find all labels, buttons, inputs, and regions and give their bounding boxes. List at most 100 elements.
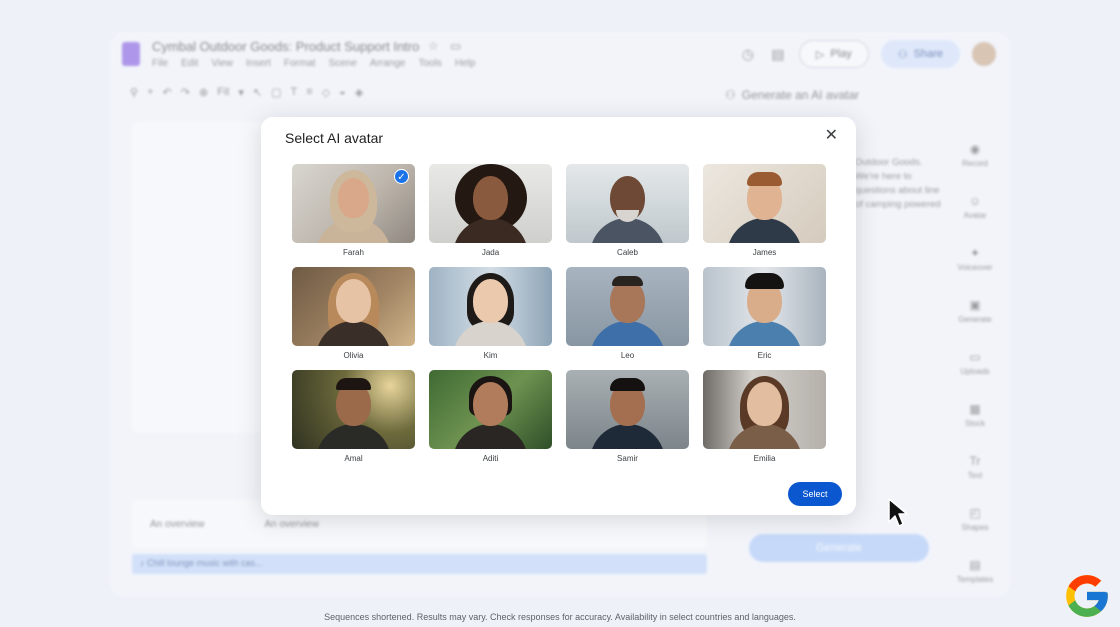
disclaimer-text: Sequences shortened. Results may vary. C… <box>324 612 796 622</box>
star-icon[interactable]: ☆ <box>428 39 439 53</box>
zoom-select[interactable]: Fit <box>217 86 229 99</box>
rail-label: Shapes <box>961 523 989 532</box>
selected-check-icon: ✓ <box>394 169 409 184</box>
avatar-thumbnail <box>429 370 552 449</box>
timeline-clip[interactable]: An overview <box>150 519 204 530</box>
avatar-option-olivia[interactable]: Olivia <box>292 267 415 362</box>
menu-tools[interactable]: Tools <box>418 58 441 69</box>
redo-icon[interactable]: ↷ <box>181 86 190 99</box>
avatar-name: Aditi <box>482 454 499 463</box>
rail-text[interactable]: Tr Text <box>968 454 983 480</box>
comment-add-icon[interactable]: ▢ <box>271 86 281 99</box>
menu-file[interactable]: File <box>152 58 168 69</box>
generate-icon: ▣ <box>969 298 981 312</box>
dialog-title: Select AI avatar <box>285 130 384 146</box>
close-icon[interactable]: ✕ <box>825 128 838 144</box>
rail-record[interactable]: ◉ Record <box>962 142 988 168</box>
shape-icon[interactable]: ◇ <box>322 86 330 99</box>
rail-templates[interactable]: ▤ Templates <box>957 558 993 584</box>
align-icon[interactable]: ≡ <box>306 86 312 99</box>
avatar-grid: ✓ Farah Jada Caleb James Olivia Kim Leo … <box>292 164 826 465</box>
audio-track[interactable]: ♪ Chill lounge music with cas... <box>132 554 707 574</box>
avatar-thumbnail <box>292 370 415 449</box>
account-avatar[interactable] <box>972 42 996 66</box>
eraser-icon[interactable]: ◈ <box>355 86 363 99</box>
avatar-option-eric[interactable]: Eric <box>703 267 826 362</box>
avatar-option-james[interactable]: James <box>703 164 826 259</box>
undo-icon[interactable]: ↶ <box>163 86 172 99</box>
chevron-down-icon[interactable]: ▾ <box>238 86 244 99</box>
menu-format[interactable]: Format <box>284 58 316 69</box>
generate-button[interactable]: Generate <box>749 534 929 562</box>
share-button[interactable]: ⚇ Share <box>880 40 960 68</box>
select-button[interactable]: Select <box>788 482 842 506</box>
menu-scene[interactable]: Scene <box>329 58 357 69</box>
templates-icon: ▤ <box>969 558 981 572</box>
avatar-option-amal[interactable]: Amal <box>292 370 415 465</box>
avatar-thumbnail <box>703 164 826 243</box>
menu-help[interactable]: Help <box>455 58 476 69</box>
avatar-side-panel: ⚇ Generate an AI avatar Outdoor Goods. W… <box>725 88 941 562</box>
text-icon: Tr <box>969 454 981 468</box>
side-rail: ◉ Record ☺ Avatar ✦ Voiceover ▣ Generate ▭ Up… <box>950 142 1000 584</box>
rail-voiceover[interactable]: ✦ Voiceover <box>957 246 992 272</box>
fill-icon[interactable]: ◒ <box>339 86 346 99</box>
pointer-icon[interactable]: ↖ <box>253 86 262 99</box>
avatar-option-samir[interactable]: Samir <box>566 370 689 465</box>
avatar-name: Eric <box>757 351 772 360</box>
menu-insert[interactable]: Insert <box>246 58 271 69</box>
avatar-option-leo[interactable]: Leo <box>566 267 689 362</box>
avatar-name: Amal <box>344 454 363 463</box>
menu-view[interactable]: View <box>211 58 233 69</box>
add-person-icon: ⚇ <box>897 48 908 61</box>
rail-label: Stock <box>964 419 985 428</box>
rail-stock[interactable]: ▦ Stock <box>965 402 985 428</box>
panel-script-text[interactable]: Outdoor Goods. We're here to questions a… <box>855 156 945 212</box>
rail-label: Generate <box>958 315 992 324</box>
header-actions: ◷ ▤ ▷ Play ⚇ Share <box>739 40 996 68</box>
avatar-icon: ☺ <box>968 194 982 208</box>
avatar-thumbnail <box>703 370 826 449</box>
rail-label: Templates <box>956 575 994 584</box>
avatar-name: Jada <box>481 248 500 257</box>
avatar-option-aditi[interactable]: Aditi <box>429 370 552 465</box>
app-header: Cymbal Outdoor Goods: Product Support In… <box>110 32 1010 82</box>
avatar-thumbnail <box>429 267 552 346</box>
rail-generate[interactable]: ▣ Generate <box>958 298 991 324</box>
avatar-name: Leo <box>620 351 635 360</box>
rail-shapes[interactable]: ◰ Shapes <box>961 506 988 532</box>
rail-label: Avatar <box>963 211 987 220</box>
search-icon[interactable]: ⚲ <box>130 86 138 99</box>
comment-icon[interactable]: ▤ <box>769 46 787 63</box>
rail-avatar[interactable]: ☺ Avatar <box>964 194 987 220</box>
timeline-clip[interactable]: An overview <box>264 519 318 530</box>
app-logo <box>122 42 140 66</box>
avatar-option-caleb[interactable]: Caleb <box>566 164 689 259</box>
upload-icon: ▭ <box>969 350 981 364</box>
audio-track-label: Chill lounge music with cas... <box>147 558 263 568</box>
folder-icon[interactable]: ▭ <box>450 39 461 53</box>
rail-label: Uploads <box>960 367 990 376</box>
add-icon[interactable]: + <box>147 86 153 99</box>
avatar-option-emilia[interactable]: Emilia <box>703 370 826 465</box>
select-avatar-dialog: Select AI avatar ✕ ✓ Farah Jada Caleb Ja… <box>261 117 856 515</box>
rail-label: Text <box>967 471 983 480</box>
play-button[interactable]: ▷ Play <box>798 40 869 68</box>
text-format-icon[interactable]: T <box>291 86 298 99</box>
menu-edit[interactable]: Edit <box>181 58 198 69</box>
rail-uploads[interactable]: ▭ Uploads <box>960 350 989 376</box>
avatar-option-farah[interactable]: ✓ Farah <box>292 164 415 259</box>
menu-arrange[interactable]: Arrange <box>370 58 406 69</box>
share-label: Share <box>913 48 943 60</box>
menu-bar: File Edit View Insert Format Scene Arran… <box>152 58 475 69</box>
panel-title: Generate an AI avatar <box>741 88 860 102</box>
avatar-option-jada[interactable]: Jada <box>429 164 552 259</box>
zoom-icon[interactable]: ⊕ <box>199 86 208 99</box>
history-icon[interactable]: ◷ <box>739 46 757 63</box>
document-title[interactable]: Cymbal Outdoor Goods: Product Support In… <box>152 39 419 54</box>
google-logo-icon <box>1066 575 1108 617</box>
avatar-thumbnail: ✓ <box>292 164 415 243</box>
avatar-thumbnail <box>703 267 826 346</box>
avatar-option-kim[interactable]: Kim <box>429 267 552 362</box>
avatar-thumbnail <box>566 164 689 243</box>
